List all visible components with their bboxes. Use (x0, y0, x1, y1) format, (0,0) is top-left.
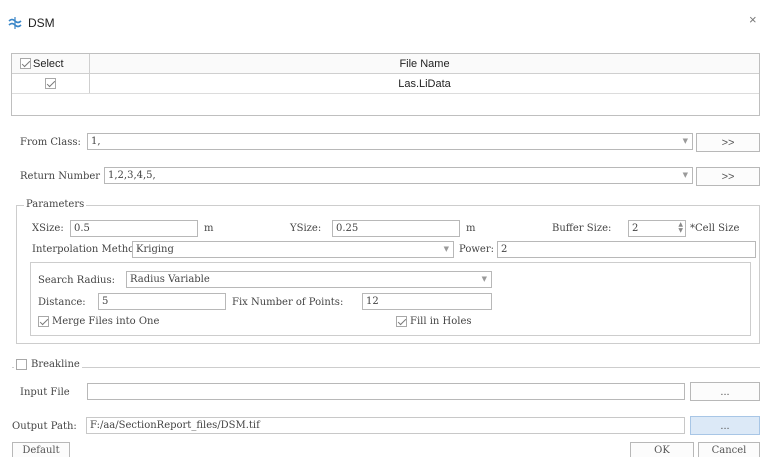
power-label: Power: (459, 244, 494, 255)
power-value: 2 (501, 244, 508, 255)
from-class-combo[interactable]: 1, ▼ (87, 133, 693, 150)
chevron-down-icon: ▼ (682, 137, 688, 145)
select-header-label: Select (33, 57, 64, 70)
select-column-header[interactable]: Select (12, 54, 90, 73)
input-file-field[interactable] (87, 383, 685, 400)
search-radius-label: Search Radius: (38, 275, 115, 286)
xsize-input[interactable]: 0.5 (70, 220, 198, 237)
breakline-label: Breakline (31, 359, 80, 370)
ysize-value: 0.25 (336, 223, 359, 234)
interpolation-combo[interactable]: Kriging ▼ (132, 241, 454, 258)
spin-arrows-icon[interactable]: ▲ ▼ (678, 222, 683, 234)
select-all-checkbox[interactable] (20, 58, 31, 69)
default-button[interactable]: Default (12, 442, 70, 457)
breakline-checkbox[interactable] (16, 359, 27, 370)
from-class-more-button[interactable]: >> (696, 133, 760, 152)
fix-number-input[interactable]: 12 (362, 293, 492, 310)
buffer-size-label: Buffer Size: (552, 223, 612, 234)
xsize-unit: m (204, 223, 214, 234)
interpolation-label: Interpolation Method: (32, 244, 144, 255)
ysize-input[interactable]: 0.25 (332, 220, 460, 237)
cancel-button[interactable]: Cancel (698, 442, 760, 457)
chevron-down-icon: ▼ (481, 275, 487, 283)
output-path-value: F:/aa/SectionReport_files/DSM.tif (90, 420, 260, 431)
breakline-option[interactable]: Breakline (14, 359, 82, 370)
return-number-value: 1,2,3,4,5, (108, 170, 156, 181)
return-number-more-label: >> (721, 170, 735, 183)
xsize-label: XSize: (32, 223, 64, 234)
distance-label: Distance: (38, 297, 86, 308)
interpolation-value: Kriging (136, 244, 174, 255)
merge-files-label: Merge Files into One (52, 316, 160, 327)
ok-button[interactable]: OK (630, 442, 694, 457)
fix-number-label: Fix Number of Points: (232, 297, 344, 308)
output-path-field[interactable]: F:/aa/SectionReport_files/DSM.tif (86, 417, 685, 434)
window-title-bar: DSM (8, 14, 55, 32)
merge-files-option[interactable]: Merge Files into One (38, 316, 159, 327)
distance-value: 5 (102, 296, 109, 307)
chevron-down-icon: ▼ (682, 171, 688, 179)
default-button-label: Default (22, 445, 60, 456)
table-header: Select File Name (12, 54, 759, 74)
table-row[interactable]: Las.LiData (12, 74, 759, 94)
ysize-unit: m (466, 223, 476, 234)
output-path-browse-label: ... (720, 419, 730, 432)
chevron-down-icon: ▼ (443, 245, 449, 253)
parameters-legend: Parameters (24, 199, 87, 210)
merge-files-checkbox[interactable] (38, 316, 49, 327)
dsm-app-icon (8, 17, 22, 29)
fill-holes-option[interactable]: Fill in Holes (396, 316, 472, 327)
file-table: Select File Name Las.LiData (11, 53, 760, 116)
from-class-label: From Class: (20, 137, 81, 148)
buffer-size-value: 2 (632, 223, 639, 234)
power-input[interactable]: 2 (497, 241, 756, 258)
ysize-label: YSize: (290, 223, 322, 234)
row-select-cell[interactable] (12, 74, 90, 93)
output-path-browse-button[interactable]: ... (690, 416, 760, 435)
buffer-size-unit: *Cell Size (690, 223, 740, 234)
fix-number-value: 12 (366, 296, 379, 307)
from-class-more-label: >> (721, 136, 735, 149)
row-file-name: Las.LiData (398, 77, 451, 90)
input-file-browse-button[interactable]: ... (690, 382, 760, 401)
buffer-size-spinner[interactable]: 2 ▲ ▼ (628, 220, 686, 237)
cancel-button-label: Cancel (711, 445, 747, 456)
row-checkbox[interactable] (45, 78, 56, 89)
search-radius-value: Radius Variable (130, 274, 210, 285)
xsize-value: 0.5 (74, 223, 90, 234)
input-file-label: Input File (20, 387, 70, 398)
search-radius-combo[interactable]: Radius Variable ▼ (126, 271, 492, 288)
output-path-label: Output Path: (12, 421, 77, 432)
return-number-more-button[interactable]: >> (696, 167, 760, 186)
distance-input[interactable]: 5 (98, 293, 226, 310)
close-icon[interactable]: × (749, 12, 759, 28)
input-file-browse-label: ... (720, 385, 730, 398)
return-number-label: Return Number (20, 171, 101, 182)
table-empty-area (12, 94, 759, 115)
fill-holes-checkbox[interactable] (396, 316, 407, 327)
from-class-value: 1, (91, 136, 101, 147)
fill-holes-label: Fill in Holes (410, 316, 472, 327)
file-name-header: File Name (399, 57, 450, 70)
ok-button-label: OK (654, 445, 670, 456)
return-number-combo[interactable]: 1,2,3,4,5, ▼ (104, 167, 693, 184)
window-title: DSM (28, 16, 55, 30)
